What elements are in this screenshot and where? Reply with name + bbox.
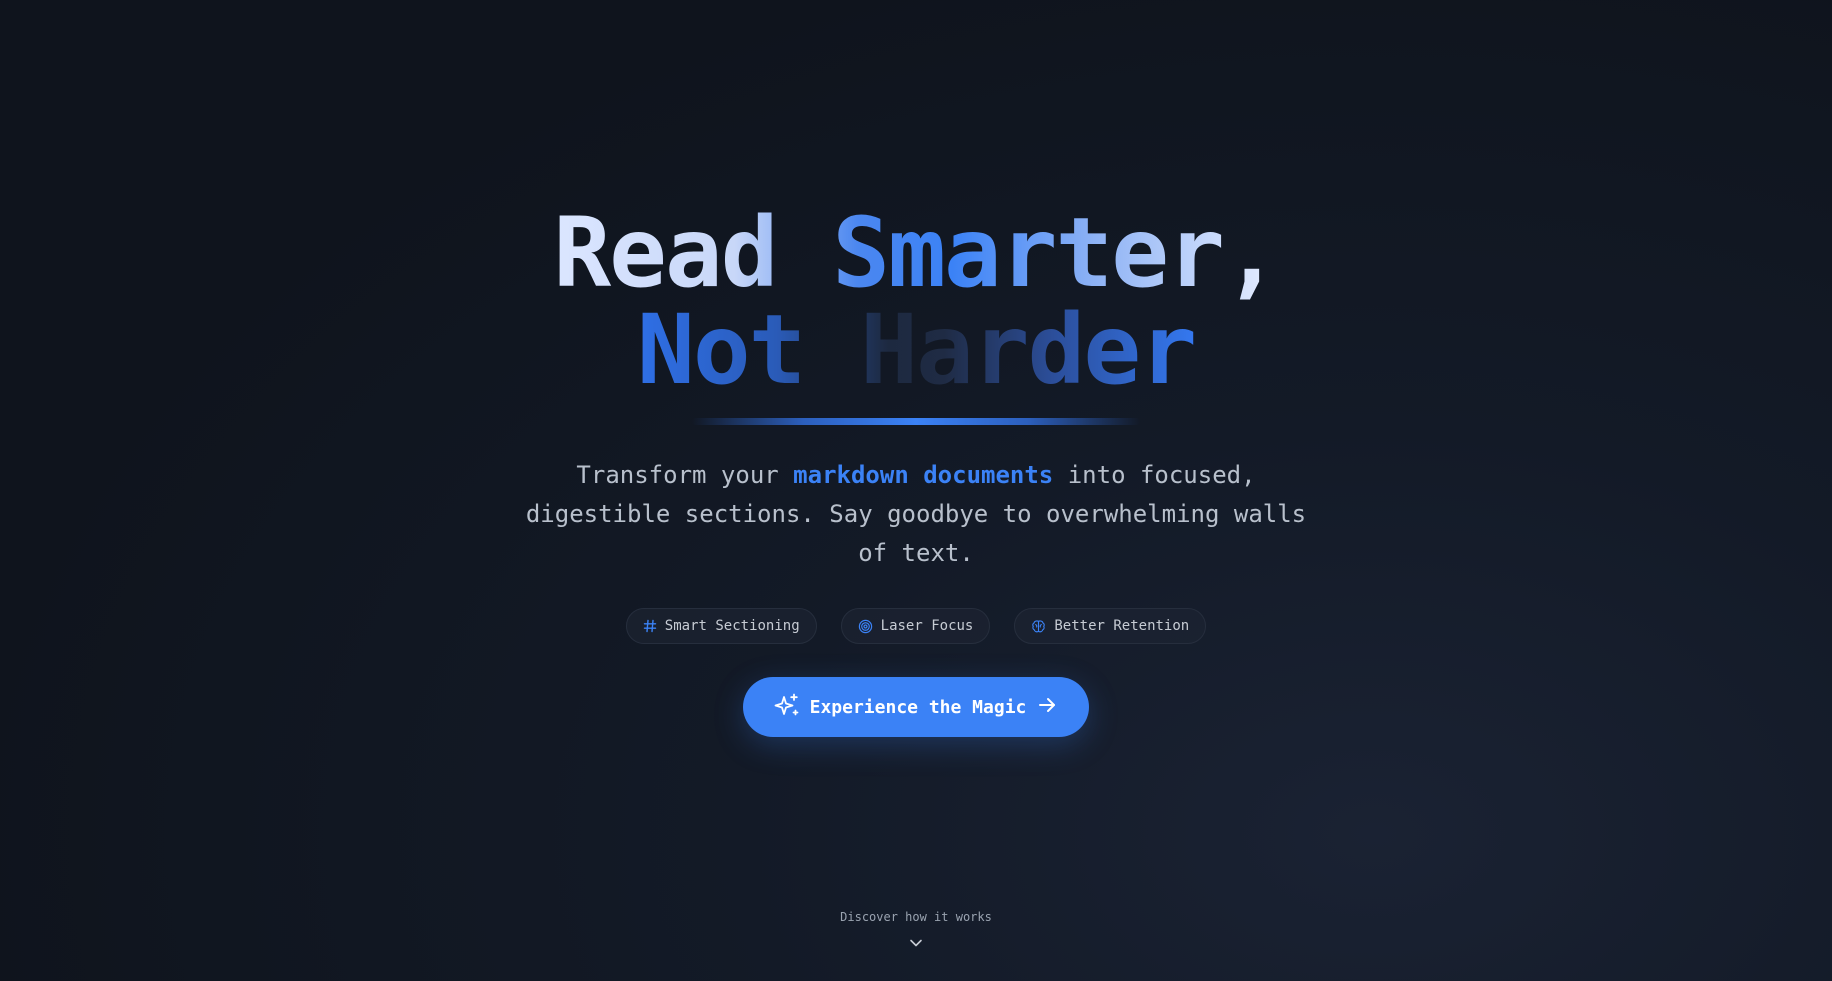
arrow-right-icon — [1036, 694, 1058, 721]
headline-line-1: Read Smarter, — [0, 205, 1832, 301]
feature-chips: Smart Sectioning Laser Focus Better Rete… — [0, 608, 1832, 644]
feature-chip-laser-focus: Laser Focus — [840, 608, 991, 644]
headline-read: Read — [553, 197, 833, 309]
feature-chip-better-retention: Better Retention — [1014, 608, 1207, 644]
headline-smarter: Smarter, — [832, 197, 1279, 309]
hero-section: Read Smarter, Not Harder Transform your … — [0, 0, 1832, 981]
brain-icon — [1031, 619, 1046, 634]
sparkles-icon — [774, 692, 800, 723]
subtitle-text-start: Transform your — [576, 461, 794, 489]
subtitle-highlight: markdown documents — [793, 461, 1054, 489]
feature-label: Better Retention — [1054, 618, 1190, 634]
feature-chip-smart-sectioning: Smart Sectioning — [625, 608, 817, 644]
headline-line-1-text: Read Smarter, — [553, 197, 1278, 309]
headline-line-2-text: Not Harder — [637, 294, 1195, 406]
headline-not: Not — [637, 294, 861, 406]
experience-magic-button[interactable]: Experience the Magic — [743, 677, 1089, 737]
cta-label: Experience the Magic — [809, 696, 1027, 718]
discover-link[interactable]: Discover how it works — [0, 910, 1832, 924]
headline-line-2: Not Harder — [0, 302, 1832, 398]
hash-icon — [643, 619, 657, 633]
discover-label: Discover how it works — [840, 910, 992, 924]
headline-accent-bar — [692, 418, 1140, 425]
feature-label: Smart Sectioning — [664, 618, 800, 634]
hero-subtitle: Transform your markdown documents into f… — [516, 456, 1316, 573]
headline-harder: Harder — [860, 294, 1195, 406]
target-icon — [858, 619, 873, 634]
feature-label: Laser Focus — [880, 618, 974, 634]
chevron-down-icon[interactable] — [907, 934, 925, 956]
